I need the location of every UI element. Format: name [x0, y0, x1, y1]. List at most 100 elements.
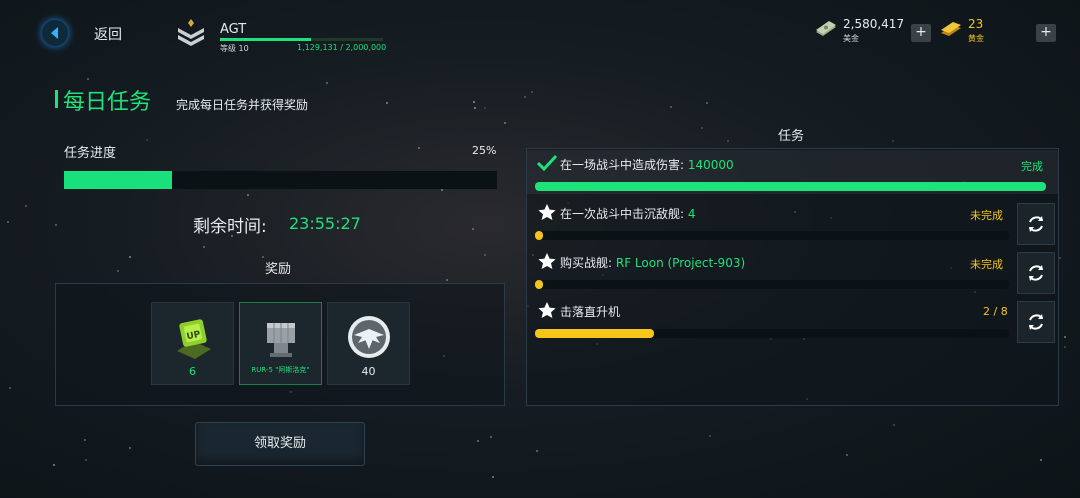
- star-particle: [473, 101, 475, 103]
- cash-amount: 2,580,417: [843, 17, 905, 31]
- star-particle: [893, 424, 895, 426]
- star-particle: [87, 78, 89, 80]
- task-description: 在一场战斗中造成伤害: 140000: [560, 156, 734, 173]
- star-particle: [701, 127, 703, 129]
- task-row: 购买战舰: RF Loon (Project-903) 未完成: [527, 248, 1058, 292]
- task-target: 4: [687, 207, 696, 221]
- task-status: 2 / 8: [983, 305, 1008, 318]
- task-target: RF Loon (Project-903): [615, 256, 746, 270]
- star-particle: [1059, 257, 1061, 259]
- star-particle: [326, 82, 328, 84]
- task-progress-bar: [535, 231, 1009, 240]
- rank-chevron-icon: [178, 19, 204, 46]
- task-description: 击落直升机: [560, 303, 620, 320]
- gold-bar-icon: [941, 22, 961, 36]
- star-particle: [477, 440, 479, 442]
- tasks-header: 任务: [778, 129, 805, 144]
- refresh-icon: [1029, 314, 1043, 330]
- task-text: 购买战舰:: [560, 256, 616, 270]
- star-particle: [492, 476, 494, 478]
- top-bar: 返回 AGT 等级 10 1,129,131 / 2,000,000 2,580…: [0, 0, 1080, 64]
- daily-progress-percent: 25%: [472, 144, 497, 157]
- rewards-title: 奖励: [265, 262, 292, 277]
- refresh-icon: [1029, 216, 1043, 232]
- star-particle: [484, 107, 486, 109]
- back-label[interactable]: 返回: [94, 24, 122, 44]
- star-icon: [538, 204, 556, 220]
- star-particle: [247, 194, 249, 196]
- eagle-emblem-icon: [348, 316, 390, 358]
- daily-progress-bar: [64, 171, 497, 189]
- page-subtitle: 完成每日任务并获得奖励: [176, 98, 309, 112]
- reward-item[interactable]: UP 6: [151, 302, 234, 385]
- refresh-icon: [1029, 265, 1043, 281]
- time-remaining-value: 23:55:27: [289, 214, 361, 233]
- star-particle: [129, 447, 131, 449]
- page-title: 每日任务: [63, 90, 152, 115]
- star-icon: [538, 253, 556, 269]
- reward-caption: 6: [189, 365, 196, 378]
- refresh-task-button[interactable]: [1017, 301, 1055, 343]
- task-progress-fill: [535, 280, 543, 289]
- star-particle: [670, 106, 672, 108]
- star-particle: [441, 189, 443, 191]
- star-particle: [9, 387, 11, 389]
- task-row: 在一次战斗中击沉敌舰: 4 未完成: [527, 199, 1058, 243]
- task-row: 在一场战斗中造成伤害: 140000 完成: [527, 150, 1058, 194]
- star-particle: [727, 140, 729, 142]
- back-button[interactable]: [42, 20, 68, 46]
- gold-amount: 23: [968, 17, 984, 31]
- missile-launcher-icon: [267, 323, 295, 357]
- star-particle: [536, 450, 538, 452]
- task-progress-fill: [535, 182, 1046, 191]
- star-icon: [538, 302, 556, 318]
- add-gold-button[interactable]: +: [1036, 24, 1056, 42]
- star-particle: [262, 256, 264, 258]
- xp-counter: 1,129,131 / 2,000,000: [297, 43, 387, 52]
- task-status: 完成: [1021, 160, 1043, 173]
- claim-rewards-button[interactable]: 领取奖励: [195, 422, 365, 466]
- plus-icon: +: [915, 24, 927, 40]
- task-status: 未完成: [970, 209, 1003, 222]
- star-particle: [706, 102, 708, 104]
- task-progress-bar: [535, 329, 1009, 338]
- refresh-task-button[interactable]: [1017, 203, 1055, 245]
- task-row: 击落直升机 2 / 8: [527, 297, 1058, 341]
- player-level: 等级 10: [220, 44, 249, 53]
- star-particle: [484, 254, 486, 256]
- star-particle: [524, 96, 526, 98]
- star-particle: [892, 140, 894, 142]
- time-remaining-label: 剩余时间:: [193, 217, 267, 237]
- task-progress-bar: [535, 182, 1046, 191]
- gold-label: 黄金: [968, 34, 984, 43]
- add-cash-button[interactable]: +: [911, 24, 931, 42]
- title-accent-bar: [55, 90, 58, 108]
- star-particle: [418, 147, 420, 149]
- task-description: 在一次战斗中击沉敌舰: 4: [560, 205, 696, 222]
- star-particle: [1064, 346, 1066, 348]
- task-text: 击落直升机: [560, 305, 621, 319]
- star-particle: [55, 224, 57, 226]
- refresh-task-button[interactable]: [1017, 252, 1055, 294]
- task-target: 140000: [687, 158, 734, 172]
- star-particle: [472, 228, 474, 230]
- reward-item[interactable]: RUR-5 "阿斯洛克": [239, 302, 322, 385]
- star-particle: [85, 459, 87, 461]
- task-progress-bar: [535, 280, 1009, 289]
- checkmark-icon: [537, 154, 557, 172]
- task-status: 未完成: [970, 258, 1003, 271]
- star-particle: [129, 256, 131, 258]
- star-particle: [25, 205, 27, 207]
- xp-progress-fill: [220, 38, 312, 41]
- star-particle: [709, 435, 711, 437]
- task-progress-fill: [535, 231, 543, 240]
- star-particle: [84, 439, 86, 441]
- reward-caption: RUR-5 "阿斯洛克": [251, 366, 310, 374]
- reward-caption: 40: [361, 365, 376, 378]
- star-particle: [146, 139, 148, 141]
- star-particle: [504, 122, 506, 124]
- star-particle: [386, 102, 388, 104]
- reward-item[interactable]: 40: [327, 302, 410, 385]
- star-particle: [474, 107, 476, 109]
- star-particle: [7, 221, 9, 223]
